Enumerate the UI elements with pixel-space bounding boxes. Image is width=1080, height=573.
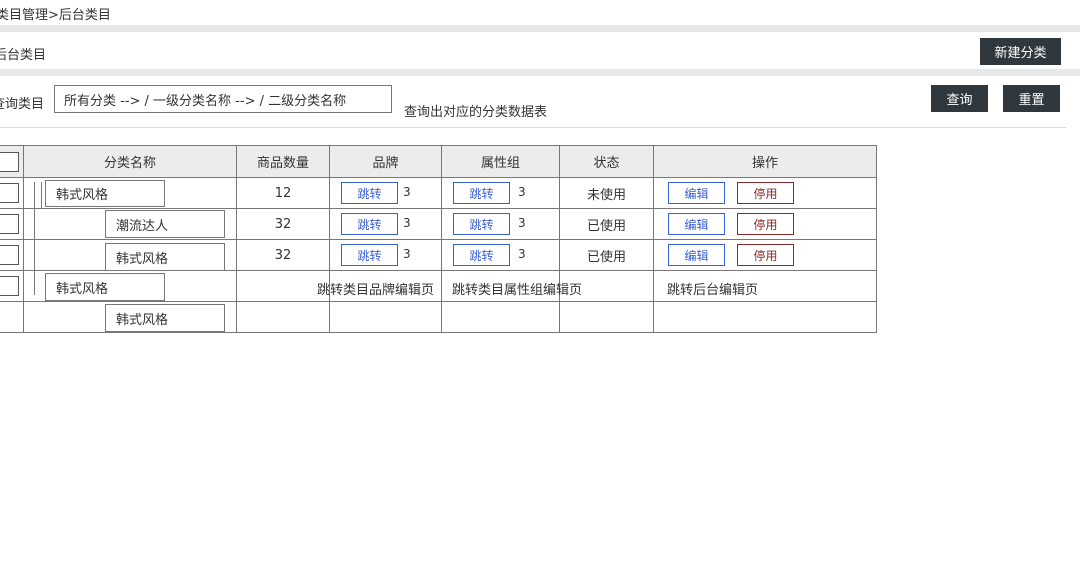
query-hint: 查询出对应的分类数据表	[404, 105, 548, 120]
disable-button[interactable]: 停用	[737, 213, 794, 235]
category-name-field[interactable]: 潮流达人	[105, 210, 225, 238]
select-all-checkbox[interactable]	[0, 151, 19, 172]
status-text: 已使用	[559, 239, 654, 271]
status-text: 已使用	[559, 208, 654, 240]
attr-count: 3	[518, 216, 526, 230]
column-header: 分类名称	[23, 145, 237, 178]
column-header: 状态	[559, 145, 654, 178]
select-all-cell	[0, 145, 24, 178]
table-header-row: 分类名称 商品数量 品牌 属性组 状态 操作	[0, 145, 877, 178]
category-name-field[interactable]: 韩式风格	[45, 180, 165, 207]
edit-button[interactable]: 编辑	[668, 213, 725, 235]
row-checkbox[interactable]	[0, 245, 19, 265]
divider	[0, 127, 1066, 128]
tree-line	[34, 209, 35, 240]
section-divider	[0, 69, 1080, 76]
brand-count: 3	[403, 247, 411, 261]
edit-button[interactable]: 编辑	[668, 244, 725, 266]
product-count: 32	[236, 208, 330, 240]
page-title: 后台类目	[0, 48, 47, 63]
row-checkbox[interactable]	[0, 276, 19, 296]
reset-button[interactable]: 重置	[1003, 85, 1060, 112]
attr-count: 3	[518, 185, 526, 199]
table-row: 韩式风格	[0, 301, 877, 333]
tree-line	[34, 271, 35, 295]
search-button[interactable]: 查询	[931, 85, 988, 112]
table-row: 潮流达人 32 跳转 3 跳转 3 已使用 编辑 停用	[0, 208, 877, 240]
query-category-label: 查询类目	[0, 97, 45, 112]
row-checkbox[interactable]	[0, 183, 19, 203]
category-select[interactable]: 所有分类 --> / 一级分类名称 --> / 二级分类名称	[54, 85, 392, 113]
tree-line	[34, 240, 35, 271]
new-category-button[interactable]: 新建分类	[980, 38, 1061, 65]
table-row: 韩式风格 32 跳转 3 跳转 3 已使用 编辑 停用	[0, 239, 877, 271]
brand-jump-button[interactable]: 跳转	[341, 213, 398, 235]
brand-jump-button[interactable]: 跳转	[341, 182, 398, 204]
tree-line	[34, 182, 35, 208]
table-row: 韩式风格 跳转类目品牌编辑页 跳转类目属性组编辑页 跳转后台编辑页	[0, 270, 877, 302]
row-checkbox[interactable]	[0, 214, 19, 234]
brand-count: 3	[403, 185, 411, 199]
section-divider	[0, 25, 1080, 32]
ops-note: 跳转后台编辑页	[667, 283, 759, 298]
disable-button[interactable]: 停用	[737, 244, 794, 266]
disable-button[interactable]: 停用	[737, 182, 794, 204]
attr-jump-button[interactable]: 跳转	[453, 244, 510, 266]
table-row: 韩式风格 12 跳转 3 跳转 3 未使用 编辑 停用	[0, 177, 877, 209]
attr-count: 3	[518, 247, 526, 261]
brand-count: 3	[403, 216, 411, 230]
column-header: 属性组	[441, 145, 560, 178]
brand-jump-button[interactable]: 跳转	[341, 244, 398, 266]
status-text: 未使用	[559, 177, 654, 209]
attr-jump-button[interactable]: 跳转	[453, 213, 510, 235]
category-name-field[interactable]: 韩式风格	[105, 243, 225, 271]
column-header: 商品数量	[236, 145, 330, 178]
product-count: 32	[236, 239, 330, 271]
category-table: 分类名称 商品数量 品牌 属性组 状态 操作 韩式风格 12 跳转 3 跳转 3…	[0, 145, 877, 333]
column-header: 操作	[653, 145, 877, 178]
edit-button[interactable]: 编辑	[668, 182, 725, 204]
category-name-field[interactable]: 韩式风格	[105, 304, 225, 332]
attr-jump-button[interactable]: 跳转	[453, 182, 510, 204]
category-name-field[interactable]: 韩式风格	[45, 273, 165, 301]
column-header: 品牌	[329, 145, 442, 178]
breadcrumb: 类目管理>后台类目	[0, 8, 111, 23]
tree-line	[41, 182, 42, 208]
product-count: 12	[236, 177, 330, 209]
